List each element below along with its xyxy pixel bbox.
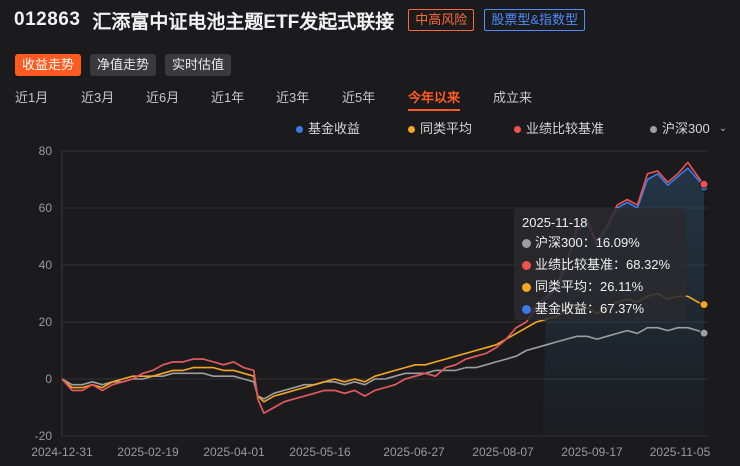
legend-dot-fund [296,125,303,133]
x-tick-label: 2025-08-07 [472,445,534,459]
legend-item-benchmark[interactable]: 业绩比较基准 [514,120,604,138]
legend-label: 同类平均 [420,121,473,136]
tooltip-value: 沪深300：16.09% [535,235,640,250]
series-endpoint-1 [699,179,709,189]
legend-item-hs300[interactable]: 沪深300 ⌄ [650,120,727,138]
y-tick-label: 20 [39,315,53,329]
range-tab-1y[interactable]: 近1年 [211,89,244,107]
tooltip-value: 基金收益：67.37% [535,301,645,316]
series-endpoint-3 [699,328,709,338]
x-tick-label: 2025-04-01 [203,445,265,459]
legend-label: 业绩比较基准 [526,121,605,136]
range-tab-5y[interactable]: 近5年 [342,89,375,107]
tooltip-dot [522,238,531,248]
tooltip-dot [522,304,531,314]
tooltip-row-peer: 同类平均：26.11% [522,276,678,298]
fund-type-badge: 股票型&指数型 [484,9,585,31]
fund-name: 汇添富中证电池主题ETF发起式联接 [92,11,395,33]
legend-label: 基金收益 [308,121,361,136]
y-tick-label: 60 [39,201,53,215]
tooltip-row-fund: 基金收益：67.37% [522,298,678,320]
range-tab-3m[interactable]: 近3月 [81,89,114,107]
range-tab-3y[interactable]: 近3年 [276,89,309,107]
x-tick-label: 2025-06-27 [383,445,445,459]
tooltip-value: 同类平均：26.11% [535,279,644,294]
chevron-down-icon[interactable]: ⌄ [719,120,727,138]
x-tick-label: 2024-12-31 [31,445,93,459]
tab-nav-trend[interactable]: 净值走势 [90,54,157,76]
legend-dot-hs300 [650,125,657,133]
chart-legend: 基金收益 同类平均 业绩比较基准 沪深300 ⌄ [296,120,736,138]
range-tab-ytd[interactable]: 今年以来 [408,89,461,111]
tooltip-dot [522,260,531,270]
y-tick-label: 40 [39,258,53,272]
y-tick-label: 0 [45,372,52,386]
y-tick-label: 80 [39,144,53,158]
tooltip-date: 2025-11-18 [522,215,588,230]
x-tick-label: 2025-09-17 [561,445,623,459]
legend-dot-benchmark [514,125,521,133]
legend-label: 沪深300 [662,121,710,136]
range-tab-since-inception[interactable]: 成立来 [493,89,532,107]
y-tick-label: -20 [35,429,53,443]
risk-badge: 中高风险 [408,9,475,31]
tab-realtime-estimate[interactable]: 实时估值 [165,54,232,76]
legend-dot-peer [408,125,415,133]
range-tab-1m[interactable]: 近1月 [15,89,48,107]
fund-code: 012863 [14,9,81,30]
x-tick-label: 2025-11-05 [650,445,711,459]
series-endpoint-2 [699,300,709,310]
chart-tooltip: 2025-11-18 沪深300：16.09% 业绩比较基准：68.32% 同类… [514,208,686,320]
fund-header: 012863 汇添富中证电池主题ETF发起式联接 中高风险 股票型&指数型 [14,6,585,34]
range-tab-6m[interactable]: 近6月 [146,89,179,107]
tooltip-row-hs300: 沪深300：16.09% [522,232,678,254]
time-range-tabs: 近1月 近3月 近6月 近1年 近3年 近5年 今年以来 成立来 [15,89,575,111]
tooltip-dot [522,282,531,292]
legend-item-fund[interactable]: 基金收益 [296,120,360,138]
legend-item-peer[interactable]: 同类平均 [408,120,472,138]
chart-mode-tabs: 收益走势 净值走势 实时估值 [15,54,232,76]
tooltip-value: 业绩比较基准：68.32% [535,257,671,272]
x-tick-label: 2025-02-19 [117,445,179,459]
tooltip-row-benchmark: 业绩比较基准：68.32% [522,254,678,276]
x-tick-label: 2025-05-16 [289,445,351,459]
tab-return-trend[interactable]: 收益走势 [15,54,82,76]
